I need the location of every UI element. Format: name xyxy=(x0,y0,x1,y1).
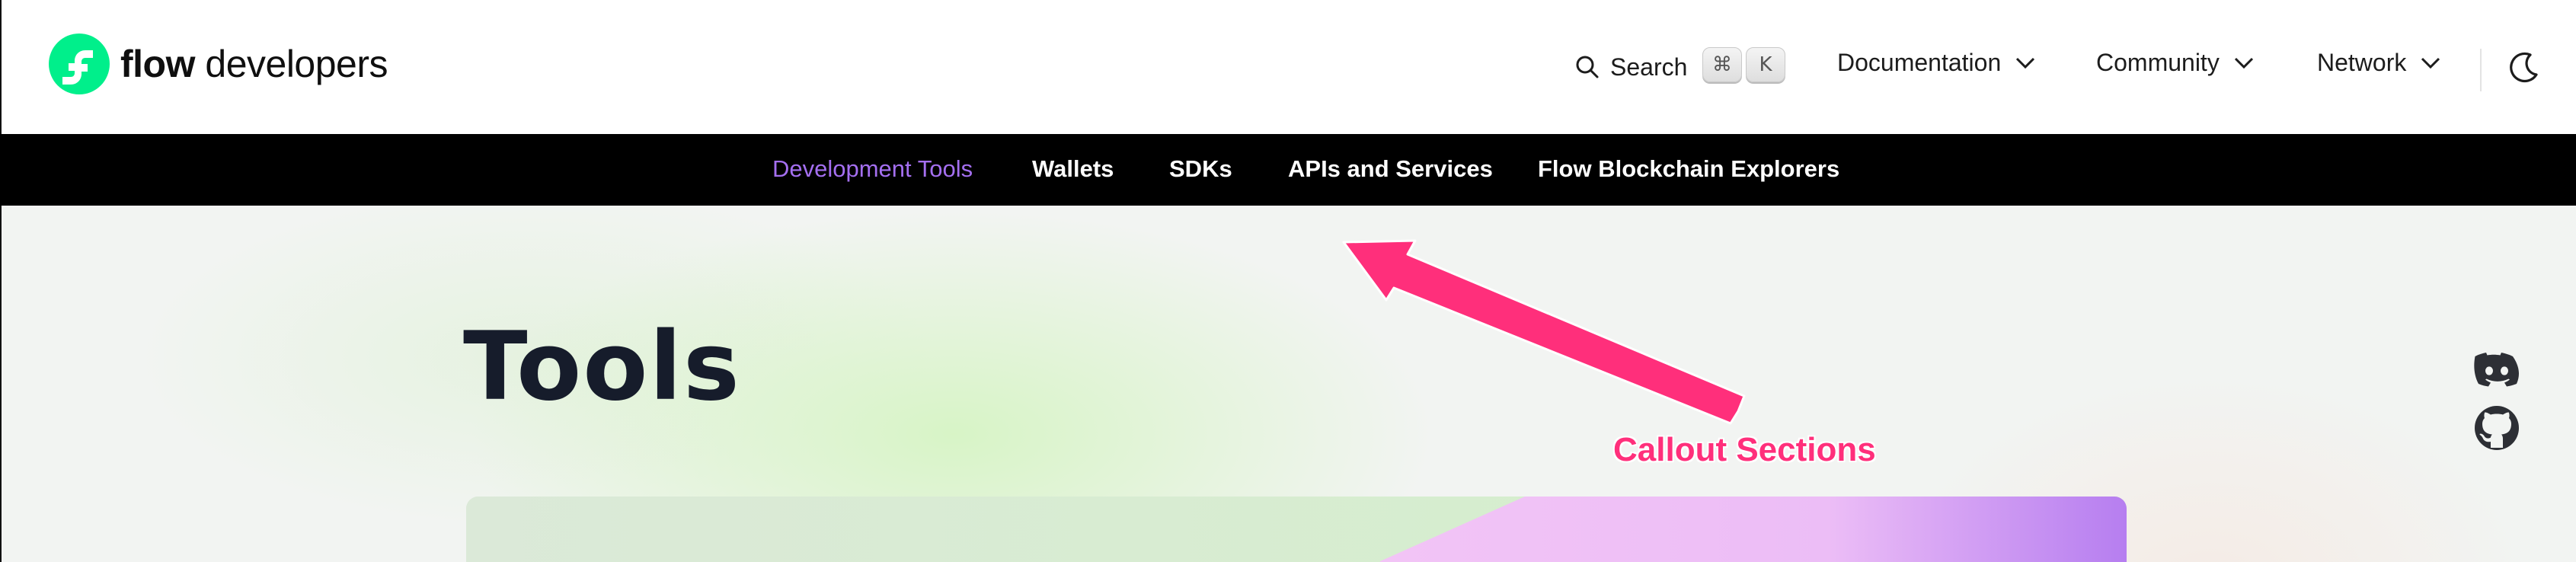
shortcut-key-k: K xyxy=(1746,47,1785,82)
nav-dropdown-label: Community xyxy=(2096,49,2220,76)
nav-dropdown-community[interactable]: Community xyxy=(2096,49,2255,77)
chevron-down-icon xyxy=(2234,57,2253,69)
top-navbar: flow developers Search ⌘ K Documentation… xyxy=(0,0,2576,134)
subnav-item-flow-blockchain-explorers[interactable]: Flow Blockchain Explorers xyxy=(1538,155,1839,183)
nav-dropdown-label: Network xyxy=(2317,49,2407,76)
logo-text-developers: developers xyxy=(205,43,388,85)
annotation-label: Callout Sections xyxy=(1613,431,1876,468)
callout-card-graphic xyxy=(466,497,2127,562)
secondary-navbar: Development Tools Wallets SDKs APIs and … xyxy=(0,134,2576,206)
logo-text-flow: flow xyxy=(120,43,195,85)
subnav-item-sdks[interactable]: SDKs xyxy=(1169,155,1232,183)
subnav-item-development-tools[interactable]: Development Tools xyxy=(772,155,973,183)
navbar-divider xyxy=(2480,49,2482,91)
page-title: Tools xyxy=(463,312,741,422)
shortcut-key-cmd: ⌘ xyxy=(1702,47,1742,82)
github-icon[interactable] xyxy=(2474,405,2520,451)
site-logo[interactable]: flow developers xyxy=(49,34,388,94)
discord-icon[interactable] xyxy=(2474,350,2520,387)
hero-section: Tools Callout Sections xyxy=(0,206,2576,562)
subnav-item-apis-and-services[interactable]: APIs and Services xyxy=(1288,155,1493,183)
nav-dropdown-label: Documentation xyxy=(1837,49,2002,76)
flow-logo-icon xyxy=(49,34,110,94)
nav-dropdown-documentation[interactable]: Documentation xyxy=(1837,49,2036,77)
search-icon xyxy=(1576,56,1599,78)
chevron-down-icon xyxy=(2016,57,2035,69)
moon-icon[interactable] xyxy=(2507,50,2541,84)
search-button[interactable]: Search xyxy=(1575,47,1687,87)
callout-card[interactable] xyxy=(466,497,2127,562)
search-label: Search xyxy=(1610,53,1688,81)
subnav-item-wallets[interactable]: Wallets xyxy=(1032,155,1114,183)
chevron-down-icon xyxy=(2421,57,2440,69)
nav-dropdown-network[interactable]: Network xyxy=(2317,49,2441,77)
